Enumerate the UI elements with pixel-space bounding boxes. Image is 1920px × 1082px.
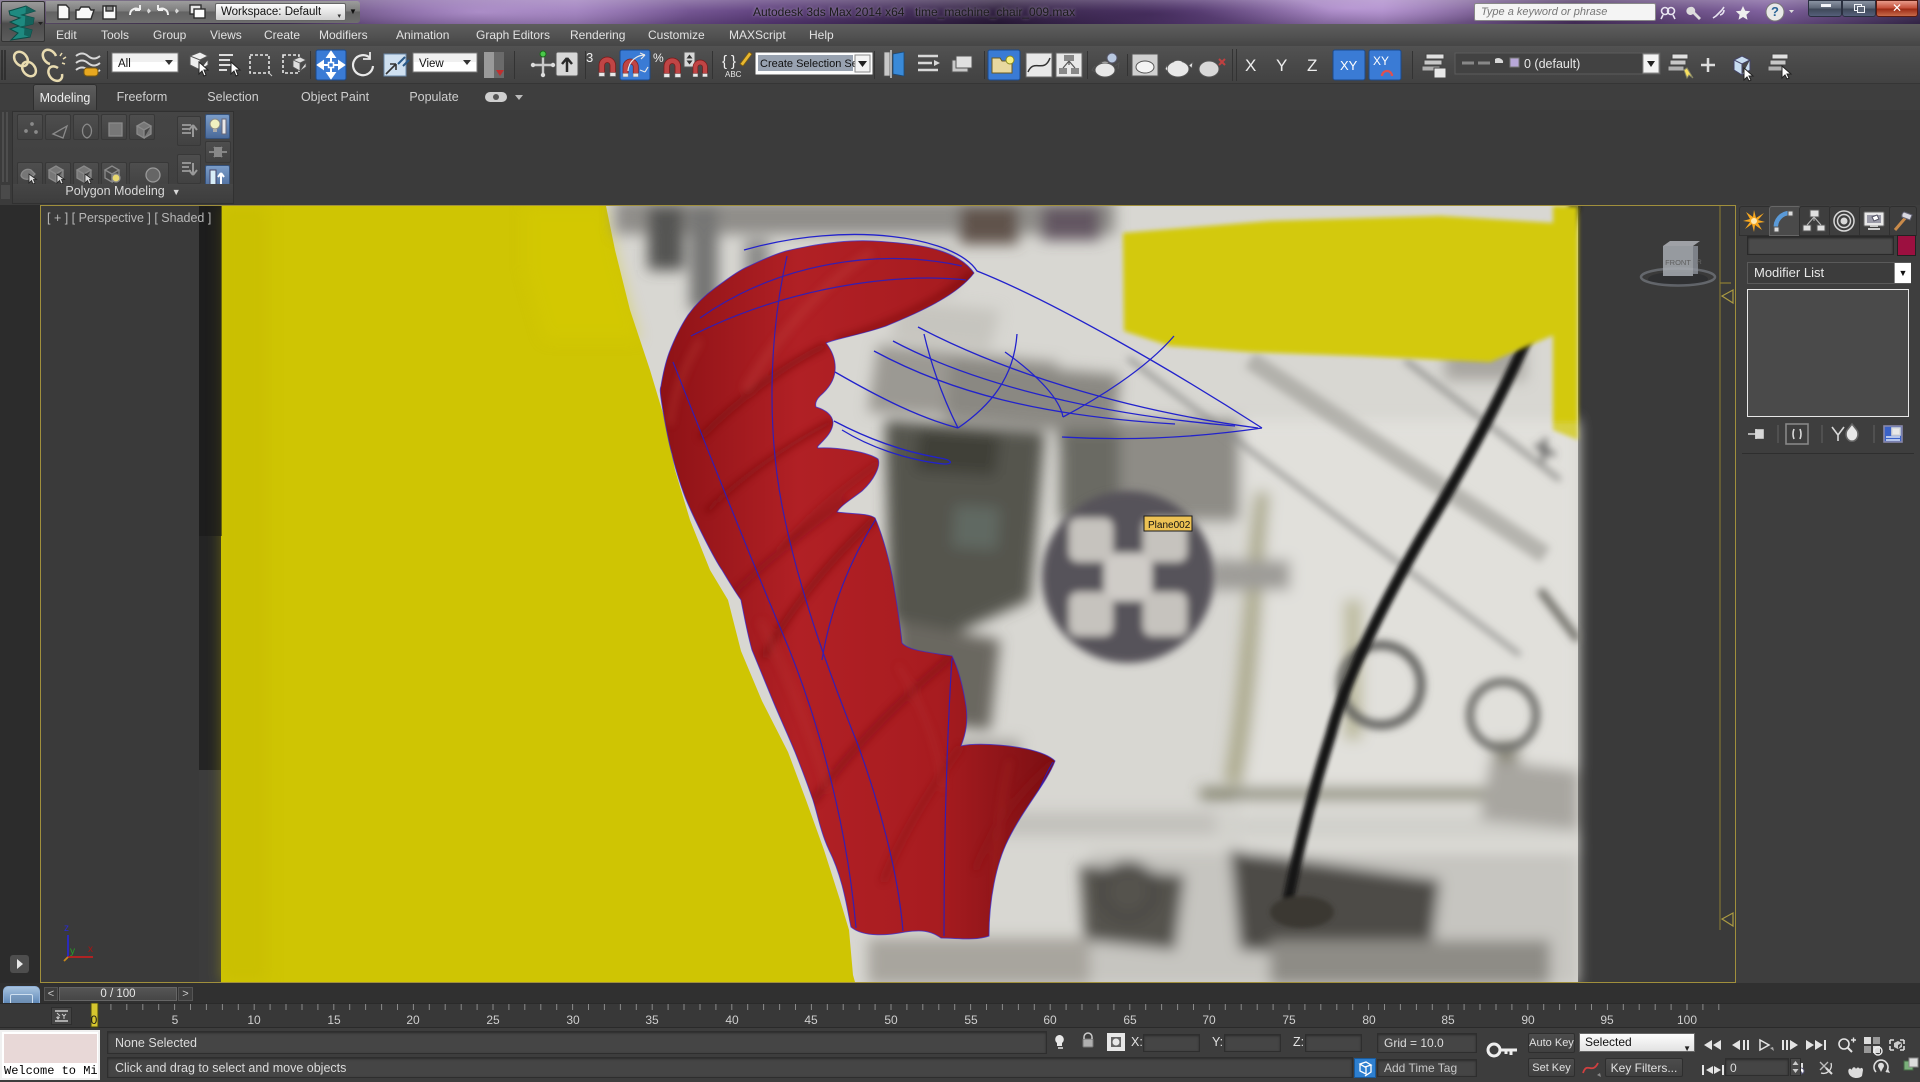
svg-text:70: 70 <box>1202 1013 1216 1027</box>
svg-text:ABC: ABC <box>725 70 742 79</box>
svg-text:65: 65 <box>1123 1013 1137 1027</box>
svg-text:0: 0 <box>91 1013 98 1027</box>
svg-text:75: 75 <box>1282 1013 1296 1027</box>
svg-text:3: 3 <box>586 50 593 65</box>
svg-text:Plane002: Plane002 <box>1148 520 1191 531</box>
svg-text:5: 5 <box>172 1013 179 1027</box>
svg-text:30: 30 <box>566 1013 580 1027</box>
svg-text:Create Selection Se: Create Selection Se <box>760 58 858 70</box>
svg-text:z: z <box>64 923 69 934</box>
svg-text:x: x <box>88 944 93 955</box>
svg-text:R: R <box>1697 259 1702 266</box>
svg-text:Y: Y <box>1276 56 1287 75</box>
svg-text:X: X <box>1245 56 1256 75</box>
svg-text:10: 10 <box>247 1013 261 1027</box>
svg-text:XY: XY <box>1340 58 1358 73</box>
svg-text:15: 15 <box>327 1013 341 1027</box>
svg-text:35: 35 <box>645 1013 659 1027</box>
svg-text:}: } <box>731 53 736 70</box>
svg-text:80: 80 <box>1362 1013 1376 1027</box>
svg-text:60: 60 <box>1043 1013 1057 1027</box>
svg-text:%: % <box>653 51 664 65</box>
svg-text:55: 55 <box>964 1013 978 1027</box>
svg-text:90: 90 <box>1521 1013 1535 1027</box>
svg-text:Z: Z <box>1307 56 1317 75</box>
svg-text:View: View <box>419 58 444 70</box>
svg-text:45: 45 <box>804 1013 818 1027</box>
svg-text:25: 25 <box>486 1013 500 1027</box>
svg-text:100: 100 <box>1677 1013 1697 1027</box>
svg-text:95: 95 <box>1600 1013 1614 1027</box>
svg-text:50: 50 <box>884 1013 898 1027</box>
svg-text:0 (default): 0 (default) <box>1524 57 1580 71</box>
svg-text:FRONT: FRONT <box>1665 258 1691 267</box>
svg-text:85: 85 <box>1441 1013 1455 1027</box>
svg-text:y: y <box>70 946 75 957</box>
svg-text:{: { <box>722 53 727 70</box>
svg-text:20: 20 <box>406 1013 420 1027</box>
svg-text:40: 40 <box>725 1013 739 1027</box>
svg-text:All: All <box>118 58 131 70</box>
svg-text:XY: XY <box>1373 54 1389 68</box>
svg-text:?: ? <box>1771 4 1779 19</box>
